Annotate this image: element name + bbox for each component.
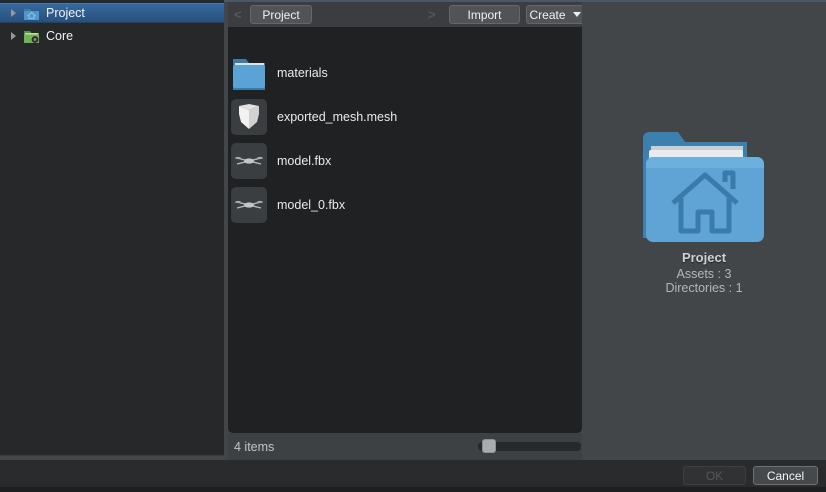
selection-preview-panel: Project Assets : 3 Directories : 1 (582, 2, 826, 460)
slider-handle[interactable] (482, 439, 496, 453)
list-item-model[interactable]: model.fbx (231, 141, 577, 181)
breadcrumb-project-button[interactable]: Project (250, 5, 312, 24)
tree-item-label: Project (46, 6, 85, 20)
asset-name: model.fbx (277, 154, 331, 168)
folder-tree-panel: Project Core (0, 0, 224, 456)
tree-item-label: Core (46, 29, 73, 43)
asset-name: materials (277, 66, 328, 80)
preview-title: Project (582, 250, 826, 265)
import-button[interactable]: Import (449, 5, 520, 24)
chevron-down-icon (573, 12, 581, 17)
list-status-bar: 4 items (228, 433, 582, 460)
tree-item-project[interactable]: Project (0, 3, 224, 23)
core-folder-icon (23, 29, 40, 44)
breadcrumb-label: Project (262, 8, 299, 22)
list-item-materials[interactable]: materials (231, 53, 577, 93)
asset-name: exported_mesh.mesh (277, 110, 397, 124)
folder-icon (231, 55, 267, 91)
expander-arrow-icon[interactable] (11, 9, 16, 17)
nav-back-button[interactable]: < (234, 7, 242, 22)
expander-arrow-icon[interactable] (11, 32, 16, 40)
preview-directories-count: Directories : 1 (582, 281, 826, 295)
asset-list-panel[interactable]: materials exported_mesh.mesh model.f (228, 27, 582, 433)
import-button-label: Import (467, 8, 501, 22)
model-thumbnail-icon (231, 143, 267, 179)
create-button-label: Create (529, 8, 565, 22)
content-navbar: < Project > Import Create (228, 2, 582, 27)
dialog-footer: OK Cancel (0, 460, 826, 492)
nav-forward-button[interactable]: > (428, 7, 436, 22)
cancel-button[interactable]: Cancel (753, 466, 818, 485)
preview-assets-count: Assets : 3 (582, 267, 826, 281)
ok-button[interactable]: OK (683, 466, 746, 485)
list-item-model-0[interactable]: model_0.fbx (231, 185, 577, 225)
mesh-thumbnail-icon (231, 99, 267, 135)
project-folder-icon (23, 6, 40, 21)
model-thumbnail-icon (231, 187, 267, 223)
tree-item-core[interactable]: Core (0, 26, 224, 46)
create-button[interactable]: Create (526, 5, 584, 24)
item-count-label: 4 items (234, 440, 274, 454)
ok-button-label: OK (706, 469, 723, 483)
cancel-button-label: Cancel (767, 469, 804, 483)
asset-name: model_0.fbx (277, 198, 345, 212)
list-item-exported-mesh[interactable]: exported_mesh.mesh (231, 97, 577, 137)
thumbnail-size-slider[interactable] (478, 442, 581, 451)
project-folder-preview-icon (635, 124, 769, 246)
